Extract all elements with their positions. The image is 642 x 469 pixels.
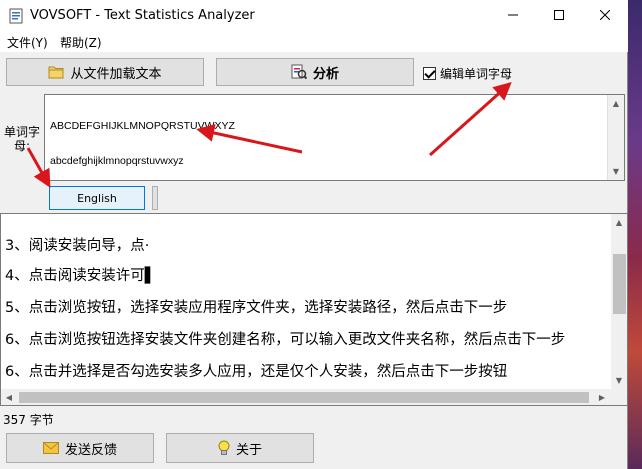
letters-label-line2: 母: xyxy=(13,139,31,153)
scroll-right-icon[interactable]: ▶ xyxy=(594,389,610,405)
text-line: 5、点击浏览按钮，选择安装应用程序文件夹，选择安装路径，然后点击下一步 xyxy=(5,300,508,316)
letters-content: ABCDEFGHIJKLMNOPQRSTUVWXYZ abcdefghijklm… xyxy=(50,98,235,180)
scroll-up-icon[interactable]: ▲ xyxy=(611,214,627,231)
letters-textarea[interactable]: ABCDEFGHIJKLMNOPQRSTUVWXYZ abcdefghijklm… xyxy=(44,94,625,181)
text-line: 4、点击阅读安装许可▌ xyxy=(5,268,156,284)
english-label: English xyxy=(77,191,117,205)
analyze-button[interactable]: 分析 xyxy=(216,58,414,86)
horizontal-scroll-thumb[interactable] xyxy=(19,392,589,403)
text-line: 3、阅读安装向导，点· xyxy=(5,238,150,254)
text-line: 6、点击并选择是否勾选安装多人应用，还是仅个人安装，然后点击下一步按钮 xyxy=(5,364,508,380)
menu-help[interactable]: 帮助(Z) xyxy=(60,34,102,51)
text-line: 6、点击浏览按钮选择安装文件夹创建名称，可以输入更改文件夹名称，然后点击下一步 xyxy=(5,332,566,348)
letters-label-line1: 单词字 xyxy=(3,125,40,139)
app-icon xyxy=(8,8,24,24)
lightbulb-icon xyxy=(218,440,230,456)
envelope-icon xyxy=(42,442,59,454)
edit-letters-checkbox[interactable]: 编辑单词字母 xyxy=(423,65,512,82)
scroll-left-icon[interactable]: ◀ xyxy=(1,389,17,405)
vertical-scroll-thumb[interactable] xyxy=(613,254,626,314)
maximize-button[interactable] xyxy=(536,0,582,32)
maximize-icon xyxy=(554,9,564,23)
about-button[interactable]: 关于 xyxy=(166,433,314,463)
main-text-area[interactable]: 3、阅读安装向导，点· 4、点击阅读安装许可▌ 5、点击浏览按钮，选择安装应用程… xyxy=(0,213,628,406)
scroll-up-icon[interactable]: ▲ xyxy=(608,95,624,112)
edit-letters-label: 编辑单词字母 xyxy=(440,67,513,81)
scroll-down-icon[interactable]: ▼ xyxy=(608,163,624,180)
app-window: VOVSOFT - Text Statistics Analyzer 文件(Y)… xyxy=(0,0,628,469)
about-label: 关于 xyxy=(235,442,262,458)
english-language-button[interactable]: English xyxy=(49,186,145,210)
desktop-background xyxy=(628,0,642,469)
folder-icon xyxy=(48,65,64,79)
letters-label: 单词字 母: xyxy=(2,125,42,153)
send-feedback-button[interactable]: 发送反馈 xyxy=(6,433,154,463)
letters-line: ABCDEFGHIJKLMNOPQRSTUVWXYZ xyxy=(50,120,235,132)
feedback-label: 发送反馈 xyxy=(64,442,117,458)
window-title: VOVSOFT - Text Statistics Analyzer xyxy=(30,8,255,23)
close-icon xyxy=(599,9,611,23)
main-vertical-scrollbar[interactable]: ▲ ▼ xyxy=(611,214,627,389)
checkbox-checked-icon[interactable] xyxy=(423,67,436,80)
language-button-partial[interactable] xyxy=(152,186,158,210)
minimize-icon xyxy=(508,9,518,23)
load-button-label: 从文件加载文本 xyxy=(70,66,162,82)
close-button[interactable] xyxy=(582,0,628,32)
analyze-button-label: 分析 xyxy=(312,66,339,82)
load-from-file-button[interactable]: 从文件加载文本 xyxy=(6,58,204,86)
menu-bar: 文件(Y) 帮助(Z) xyxy=(0,32,628,52)
scrollbar-corner xyxy=(611,389,627,405)
title-bar: VOVSOFT - Text Statistics Analyzer xyxy=(0,0,628,32)
analyze-icon xyxy=(291,64,307,80)
main-horizontal-scrollbar[interactable]: ◀ ▶ xyxy=(1,389,611,405)
main-text-content: 3、阅读安装向导，点· 4、点击阅读安装许可▌ 5、点击浏览按钮，选择安装应用程… xyxy=(5,214,611,388)
letters-scrollbar[interactable]: ▲ ▼ xyxy=(607,95,624,180)
byte-count-status: 357 字节 xyxy=(3,413,54,427)
minimize-button[interactable] xyxy=(490,0,536,32)
menu-file[interactable]: 文件(Y) xyxy=(7,34,48,51)
scroll-down-icon[interactable]: ▼ xyxy=(611,372,627,389)
letters-line: abcdefghijklmnopqrstuvwxyz xyxy=(50,154,184,167)
